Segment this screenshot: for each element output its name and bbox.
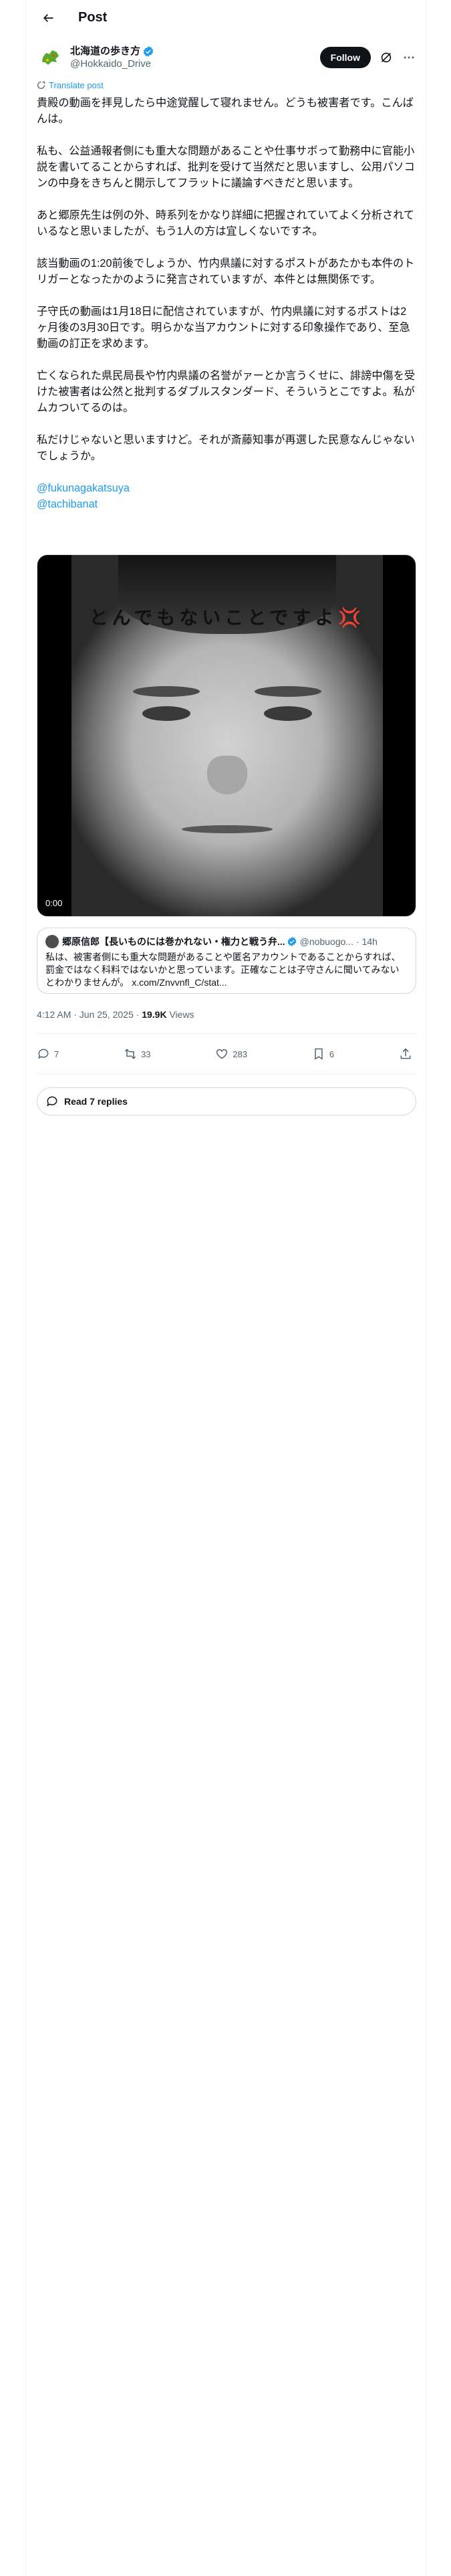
- repost-icon: [125, 1049, 136, 1059]
- read-replies-button[interactable]: Read 7 replies: [37, 1087, 416, 1115]
- video-player[interactable]: とんでもないことですよ💢 0:00: [37, 554, 416, 917]
- anger-emoji: 💢: [337, 607, 365, 629]
- post-paragraph: 該当動画の1:20前後でしょうか、竹内県議に対するポストがあたかも本件のトリガー…: [37, 257, 415, 286]
- top-bar: Post: [26, 0, 427, 35]
- post-column: Post 北海道の歩き方 @Hokkaido_Drive Follow Tran…: [25, 0, 426, 2576]
- read-replies-label: Read 7 replies: [64, 1096, 128, 1107]
- like-count: 283: [233, 1049, 248, 1059]
- arrow-left-icon: [43, 13, 53, 22]
- bookmark-button[interactable]: 6: [312, 1047, 334, 1061]
- mention-link[interactable]: @fukunagakatsuya: [37, 480, 416, 496]
- like-button[interactable]: 283: [215, 1047, 247, 1061]
- action-bar: 7 33 283 6: [37, 1042, 416, 1066]
- quote-author-handle: @nobuogo...: [299, 936, 354, 947]
- repost-button[interactable]: 33: [124, 1047, 151, 1061]
- author-handle[interactable]: @Hokkaido_Drive: [70, 58, 154, 70]
- video-caption: とんでもないことですよ💢: [89, 607, 365, 629]
- avatar: [45, 935, 59, 948]
- avatar[interactable]: [37, 44, 63, 71]
- quote-time: · 14h: [356, 936, 378, 947]
- share-icon: [400, 1048, 411, 1059]
- follow-button[interactable]: Follow: [319, 47, 371, 68]
- quoted-post[interactable]: 郷原信郎【長いものには巻かれない・権力と戦う弁... @nobuogo... ·…: [37, 928, 416, 994]
- reply-icon: [38, 1049, 49, 1059]
- reply-button[interactable]: 7: [37, 1047, 59, 1061]
- translate-post-link[interactable]: Translate post: [37, 80, 104, 90]
- post-paragraph: 子守氏の動画は1月18日に配信されていますが、竹内県議に対するポストは2ヶ月後の…: [37, 306, 410, 350]
- reply-bubble-icon: [47, 1096, 57, 1107]
- translate-label: Translate post: [49, 80, 104, 90]
- back-button[interactable]: [37, 7, 59, 29]
- page-title: Post: [78, 10, 108, 25]
- share-button[interactable]: [399, 1047, 416, 1061]
- divider: [37, 1074, 416, 1075]
- bookmark-count: 6: [329, 1049, 335, 1059]
- post-paragraph: 私も、公益通報者側にも重大な問題があることや仕事サボって勤務中に官能小説を書いて…: [37, 145, 415, 189]
- quote-text: 私は、被害者側にも重大な問題があることや匿名アカウントであることからすれば、罰金…: [45, 952, 401, 988]
- divider: [37, 1033, 416, 1034]
- repost-count: 33: [141, 1049, 151, 1059]
- verified-badge-icon: [287, 937, 297, 946]
- more-options-button[interactable]: [402, 50, 416, 65]
- verified-badge-icon: [143, 45, 154, 57]
- reply-count: 7: [54, 1049, 59, 1059]
- post-author: 北海道の歩き方 @Hokkaido_Drive Follow: [37, 43, 416, 72]
- author-names: 北海道の歩き方 @Hokkaido_Drive: [70, 45, 154, 70]
- more-dots-icon: [404, 56, 414, 59]
- post-paragraph: 亡くなられた県民局長や竹内県議の名誉がァーとか言うくせに、誹謗中傷を受けた被害者…: [37, 370, 416, 414]
- post-paragraph: 私だけじゃないと思いますけど。それが斎藤知事が再選した民意なんじゃないでしょうか…: [37, 434, 415, 462]
- heart-icon: [216, 1049, 228, 1059]
- hokkaido-map-avatar-icon: [37, 44, 63, 71]
- post-timestamp[interactable]: 4:12 AM · Jun 25, 2025 ·: [37, 1009, 142, 1020]
- post-text: 貴殿の動画を拝見したら中途覚醒して寝れません。どうも被害者です。こんばんは。 私…: [37, 95, 416, 512]
- quote-author-name: 郷原信郎【長いものには巻かれない・権力と戦う弁...: [62, 936, 285, 947]
- author-name[interactable]: 北海道の歩き方: [70, 45, 140, 58]
- grok-icon[interactable]: [379, 50, 394, 65]
- post-paragraph: 貴殿の動画を拝見したら中途覚醒して寝れません。どうも被害者です。こんばんは。: [37, 97, 414, 125]
- video-timestamp: 0:00: [45, 898, 63, 908]
- bookmark-icon: [315, 1048, 323, 1060]
- views-count: 19.9K: [142, 1009, 167, 1020]
- post-meta: 4:12 AM · Jun 25, 2025 · 19.9K Views: [37, 1009, 194, 1020]
- translate-icon: [37, 81, 45, 89]
- mention-link[interactable]: @tachibanat: [37, 496, 416, 512]
- post-paragraph: あと郷原先生は例の外、時系列をかなり詳細に把握されていてよく分析されているなと思…: [37, 209, 415, 237]
- views-label: Views: [166, 1009, 194, 1020]
